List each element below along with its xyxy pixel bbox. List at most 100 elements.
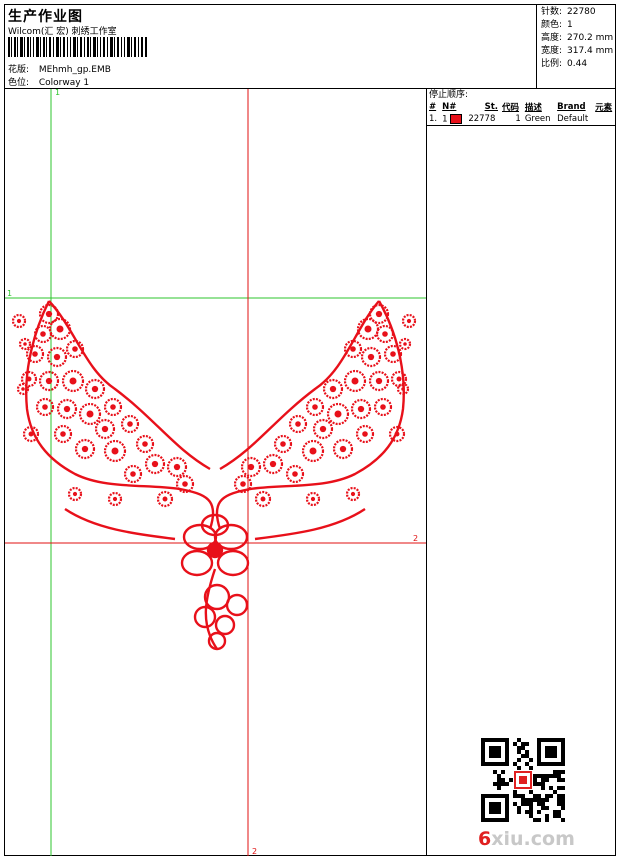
lace-rosette-center xyxy=(110,404,116,410)
colorway-row: 色位: Colorway 1 xyxy=(8,75,89,88)
design-file-value: MEhmh_gp.EMB xyxy=(38,65,111,75)
lace-rosette-center xyxy=(396,376,402,382)
lace-rosette-center xyxy=(382,331,388,337)
stop-sequence-title: 停止顺序: xyxy=(429,90,469,100)
center-flower xyxy=(180,513,250,577)
lace-rosette-center xyxy=(292,471,298,477)
lace-rosette-center xyxy=(406,318,412,324)
lace-rosette-center xyxy=(60,431,66,437)
col-description: 描述 xyxy=(524,103,542,113)
lace-rosette-center xyxy=(127,421,133,427)
lace-rosette-center xyxy=(91,385,99,393)
lace-rosette-center xyxy=(23,342,27,346)
guide-label-bottom: 2 xyxy=(252,847,257,856)
stat-stitches: 针数: 22780 xyxy=(541,7,596,17)
row-index: 1. xyxy=(429,114,438,124)
barcode xyxy=(8,37,147,57)
lace-rosette-center xyxy=(319,425,327,433)
lace-rosette-center xyxy=(240,481,246,487)
colorway-value: Colorway 1 xyxy=(38,78,90,88)
col-n: N# xyxy=(442,102,457,112)
lace-rosette-center xyxy=(380,404,386,410)
lace-rosette-center xyxy=(350,491,356,497)
guide-label-top: 1 xyxy=(55,89,60,97)
lace-rosette-center xyxy=(269,460,277,468)
stat-colors: 颜色: 1 xyxy=(541,20,573,30)
lace-left-inner xyxy=(48,300,211,471)
lace-rosette-center xyxy=(182,481,188,487)
lace-rosette-center xyxy=(329,385,337,393)
studio-name: Wilcom(汇 宏) 刺绣工作室 xyxy=(8,27,117,37)
lace-rosette-center xyxy=(260,496,266,502)
lace-rosette-center xyxy=(86,410,94,418)
lace-rosette-center xyxy=(351,377,359,385)
lace-rosette-center xyxy=(375,377,383,385)
lace-rosette-center xyxy=(32,351,38,357)
stat-scale: 比例: 0.44 xyxy=(541,59,588,69)
lace-rosette-center xyxy=(334,410,342,418)
design-stats: 针数: 22780 颜色: 1 高度: 270.2 mm 宽度: 317.4 mm 比例… xyxy=(536,4,616,88)
lace-rosette-center xyxy=(375,310,383,318)
lace-rosette-center xyxy=(350,346,356,352)
lace-rosette-center xyxy=(28,431,34,437)
lace-rosette-center xyxy=(142,441,148,447)
lace-rosette-center xyxy=(309,447,317,455)
row-brand: Default xyxy=(557,114,589,124)
lace-rosette-center xyxy=(26,376,32,382)
watermark-logo: 6xiu.com xyxy=(478,828,575,850)
lace-rosette-center xyxy=(357,405,365,413)
lace-rosette-center xyxy=(403,342,407,346)
lace-rosette-center xyxy=(81,445,89,453)
lace-rosette-center xyxy=(56,325,64,333)
lace-rosette-center xyxy=(295,421,301,427)
lace-rosette-center xyxy=(247,463,255,471)
col-stitches: St. xyxy=(484,102,499,112)
col-index: # xyxy=(429,102,437,112)
lace-rosette-center xyxy=(151,460,159,468)
design-file-row: 花版: MEhmh_gp.EMB xyxy=(8,62,111,75)
lace-rosette-center xyxy=(364,325,372,333)
lace-rosette-center xyxy=(45,310,53,318)
stat-width: 宽度: 317.4 mm xyxy=(541,46,614,56)
page-title: 生产作业图 xyxy=(8,9,83,25)
col-code: 代码 xyxy=(502,103,520,113)
row-code: 1 xyxy=(515,114,521,124)
lace-left-scroll xyxy=(64,508,176,541)
lace-rosette-center xyxy=(72,346,78,352)
col-brand: Brand xyxy=(557,102,586,112)
lace-rosette-center xyxy=(310,496,316,502)
lace-rosette-center xyxy=(40,331,46,337)
lace-rosette-center xyxy=(42,404,48,410)
lace-rosette-center xyxy=(390,351,396,357)
lace-rosette-center xyxy=(63,405,71,413)
design-file-label: 花版: xyxy=(8,65,30,75)
lace-rosette-center xyxy=(72,491,78,497)
row-stitches: 22778 xyxy=(468,114,496,124)
qr-code xyxy=(481,738,565,822)
lace-rosette-center xyxy=(367,353,375,361)
panel-divider xyxy=(426,88,427,856)
lace-rosette-center xyxy=(16,318,22,324)
lace-rosette-center xyxy=(312,404,318,410)
stat-height: 高度: 270.2 mm xyxy=(541,33,614,43)
lace-rosette-center xyxy=(362,431,368,437)
lace-rosette-center xyxy=(101,425,109,433)
lace-rosette-center xyxy=(173,463,181,471)
lace-rosette-center xyxy=(339,445,347,453)
lace-rosette-center xyxy=(21,387,25,391)
lace-right-scroll xyxy=(254,508,366,541)
pendant-flower xyxy=(193,583,249,651)
lace-rosette-center xyxy=(69,377,77,385)
stop-sequence-panel: 停止顺序: # N# St. 代码 描述 Brand 元素 1. 1 22778… xyxy=(427,89,616,126)
lace-rosette-center xyxy=(394,431,400,437)
row-n: 1 xyxy=(440,113,466,126)
row-element xyxy=(593,113,616,126)
lace-rosette-center xyxy=(53,353,61,361)
colorway-label: 色位: xyxy=(8,78,30,88)
table-row: 1. 1 22778 1 Green Default xyxy=(427,113,616,126)
lace-rosette-center xyxy=(45,377,53,385)
guide-label-right: 2 xyxy=(413,534,418,543)
lace-rosette-center xyxy=(112,496,118,502)
guide-label-left: 1 xyxy=(7,289,12,298)
lace-rosette-center xyxy=(130,471,136,477)
